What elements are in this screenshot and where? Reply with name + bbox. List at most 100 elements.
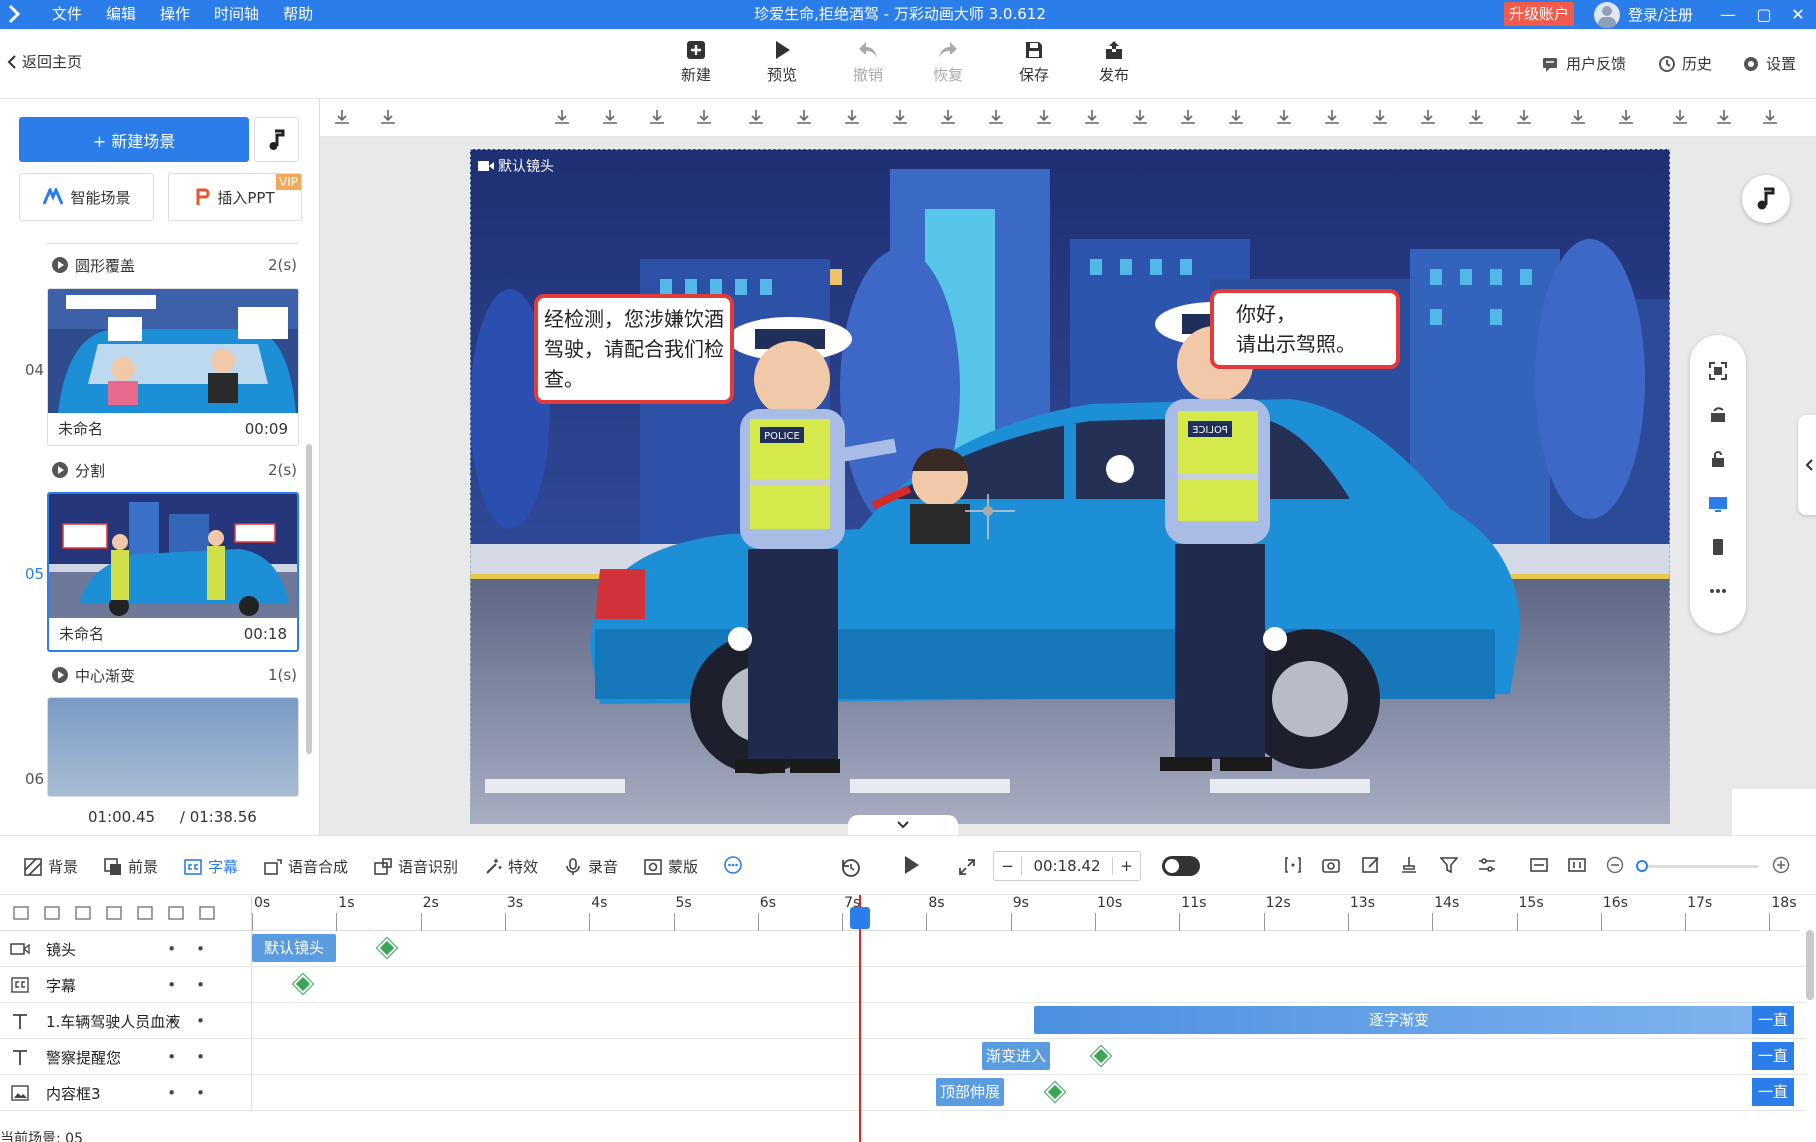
align-top-icon[interactable] — [600, 107, 620, 127]
distribute-v-icon[interactable] — [1082, 107, 1102, 127]
undo-button[interactable]: 撤销 — [838, 39, 898, 85]
move-down-icon[interactable] — [74, 904, 92, 922]
ratio-button[interactable] — [1568, 856, 1592, 874]
redo-button[interactable]: 恢复 — [918, 39, 978, 85]
timeline-scrollbar[interactable] — [1806, 930, 1814, 1000]
stamp-button[interactable] — [1400, 856, 1424, 874]
adjust-button[interactable] — [1478, 856, 1502, 874]
preview-button[interactable]: 预览 — [752, 39, 812, 85]
track-dot-toggles[interactable]: •• — [167, 1039, 225, 1075]
slider-thumb[interactable] — [1636, 860, 1648, 872]
align-left-icon[interactable] — [1274, 107, 1294, 127]
time-ruler[interactable]: 0s 1s 2s 3s 4s 5s 6s 7s 8s 9s 10s 11s 12s 13s 14s 15s 16… — [252, 895, 1800, 931]
delete-icon[interactable] — [136, 904, 154, 922]
upgrade-button[interactable]: 升级账户 — [1504, 2, 1575, 26]
expand-timeline-handle[interactable] — [848, 815, 958, 835]
align-center-icon[interactable] — [1034, 107, 1054, 127]
history-link[interactable]: 历史 — [1658, 53, 1712, 74]
filter-button[interactable] — [1440, 856, 1464, 874]
track-dot-toggles[interactable]: •• — [167, 1075, 225, 1111]
width-icon[interactable] — [1226, 107, 1246, 127]
flip-h-icon[interactable] — [746, 107, 766, 127]
add-layer-icon[interactable] — [12, 904, 30, 922]
timeline-track[interactable]: 警察提醒您 •• 渐变进入 一直 — [0, 1039, 1806, 1075]
publish-button[interactable]: 发布 — [1084, 39, 1144, 85]
fit-screen-icon[interactable] — [1708, 361, 1728, 381]
scene-card[interactable]: 未命名 00:09 — [47, 288, 299, 446]
menu-operate[interactable]: 操作 — [148, 0, 202, 29]
scene-card[interactable] — [47, 697, 299, 797]
track-dot-toggles[interactable]: •• — [167, 1003, 225, 1039]
snapshot-button[interactable] — [1322, 856, 1346, 874]
minimap[interactable] — [1732, 789, 1816, 835]
new-button[interactable]: 新建 — [666, 39, 726, 85]
speech-bubble-left[interactable]: 经检测，您涉嫌饮酒驾驶，请配合我们检查。 — [534, 294, 734, 404]
time-input[interactable]: − 00:18.42 + — [993, 851, 1141, 881]
transition-item[interactable]: 中心渐变 1(s) — [52, 665, 297, 685]
align-middle-icon[interactable] — [1130, 107, 1150, 127]
close-icon[interactable]: ✕ — [1778, 0, 1816, 29]
toggle-switch[interactable] — [1162, 856, 1200, 876]
align-right-icon[interactable] — [1322, 107, 1342, 127]
align-bottom-icon[interactable] — [552, 107, 572, 127]
unlock-icon[interactable] — [1708, 449, 1728, 469]
landscape-icon[interactable] — [1708, 493, 1728, 513]
replay-button[interactable] — [840, 856, 868, 878]
fullscreen-button[interactable] — [958, 858, 982, 876]
align-hcenter-icon[interactable] — [1370, 107, 1390, 127]
layer-icon[interactable] — [332, 107, 352, 127]
lock-icon[interactable] — [167, 904, 185, 922]
animation-clip[interactable]: 逐字渐变 — [1034, 1006, 1764, 1034]
zoom-out-timeline-button[interactable] — [1606, 856, 1630, 874]
lock-icon[interactable] — [842, 107, 862, 127]
align-vcenter-icon[interactable] — [1514, 107, 1534, 127]
keyframe-diamond[interactable] — [1091, 1046, 1111, 1066]
edit-button[interactable] — [1362, 856, 1386, 874]
timeline-track[interactable]: 字幕 •• — [0, 967, 1806, 1003]
menu-help[interactable]: 帮助 — [271, 0, 325, 29]
collapse-panel-button[interactable] — [1798, 415, 1816, 515]
time-decrement-icon[interactable]: − — [994, 857, 1022, 875]
keyframe-diamond[interactable] — [293, 974, 313, 994]
play-button[interactable] — [900, 854, 928, 876]
crop-icon[interactable] — [986, 107, 1006, 127]
effects-button[interactable]: 特效 — [484, 856, 538, 877]
fit-width-button[interactable] — [1530, 856, 1554, 874]
folder-icon[interactable] — [43, 904, 61, 922]
track-label[interactable]: 1.车辆驾驶人员血液 •• — [0, 1003, 252, 1039]
track-label[interactable]: 警察提醒您 •• — [0, 1039, 252, 1075]
feedback-link[interactable]: 用户反馈 — [1542, 53, 1626, 74]
align-up-icon[interactable] — [694, 107, 714, 127]
playhead-handle[interactable] — [849, 907, 870, 929]
timeline-track[interactable]: 镜头 •• 默认镜头 — [0, 931, 1806, 967]
timeline-zoom-slider[interactable] — [1636, 860, 1758, 872]
keyframe-diamond[interactable] — [377, 938, 397, 958]
flip-v-icon[interactable] — [794, 107, 814, 127]
speech-recognition-button[interactable]: 语音识别 — [374, 856, 458, 877]
eye-icon[interactable] — [198, 904, 216, 922]
menu-timeline[interactable]: 时间轴 — [202, 0, 271, 29]
animation-clip[interactable]: 渐变进入 — [982, 1042, 1050, 1070]
rotate-icon[interactable] — [890, 107, 910, 127]
zoom-in-timeline-button[interactable] — [1772, 856, 1796, 874]
time-value[interactable]: 00:18.42 — [1022, 857, 1112, 875]
mask-button[interactable]: 蒙版 — [644, 856, 698, 877]
new-scene-button[interactable]: + 新建场景 — [19, 117, 249, 162]
copy-icon[interactable] — [1714, 107, 1734, 127]
record-button[interactable]: 录音 — [564, 856, 618, 877]
paste-icon[interactable] — [1760, 107, 1780, 127]
track-label[interactable]: 镜头 •• — [0, 931, 252, 967]
back-home-button[interactable]: 返回主页 — [6, 51, 82, 72]
align-top-edge-icon[interactable] — [1418, 107, 1438, 127]
end-clip[interactable]: 一直 — [1752, 1006, 1794, 1034]
delete-icon[interactable] — [938, 107, 958, 127]
end-clip[interactable]: 一直 — [1752, 1042, 1794, 1070]
track-label[interactable]: 内容框3 •• — [0, 1075, 252, 1111]
transition-item[interactable]: 圆形覆盖 2(s) — [52, 255, 297, 275]
transition-item[interactable]: 分割 2(s) — [52, 460, 297, 480]
scene-card-selected[interactable]: 未命名 00:18 — [47, 492, 299, 652]
more-icon[interactable] — [1708, 581, 1728, 601]
background-button[interactable]: 背景 — [24, 856, 78, 877]
background-music-button[interactable] — [1742, 175, 1790, 223]
more-tools-button[interactable] — [724, 856, 748, 874]
